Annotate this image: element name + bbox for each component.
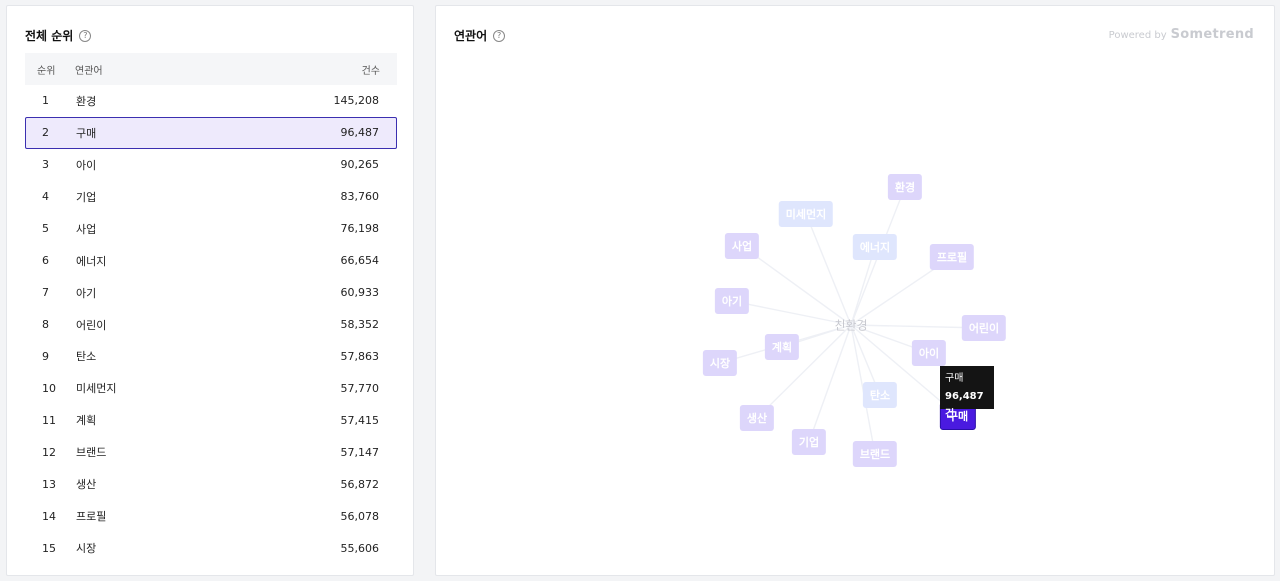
network-link — [731, 300, 852, 326]
cell-rank: 8 — [42, 318, 49, 332]
cell-count: 57,770 — [340, 381, 380, 395]
cell-rank: 1 — [42, 94, 49, 108]
table-row[interactable]: 13 생산 56,872 — [25, 468, 397, 500]
ranking-title-text: 전체 순위 — [25, 29, 74, 43]
cell-count: 57,415 — [340, 413, 380, 427]
network-node[interactable]: 사업 — [724, 233, 760, 259]
table-row[interactable]: 2 구매 96,487 — [25, 116, 397, 149]
cell-count: 56,872 — [340, 477, 380, 491]
cell-rank: 12 — [42, 445, 56, 459]
cell-word: 아기 — [76, 286, 97, 300]
table-row[interactable]: 6 에너지 66,654 — [25, 245, 397, 277]
cell-word: 미세먼지 — [76, 382, 117, 396]
network-node[interactable]: 프로필 — [929, 244, 975, 270]
table-row[interactable]: 11 계획 57,415 — [25, 404, 397, 436]
table-row[interactable]: 9 탄소 57,863 — [25, 341, 397, 373]
question-circle-icon[interactable]: ? — [79, 29, 92, 42]
ranking-table-body: 1 환경 145,208 2 구매 96,487 3 아이 90,265 4 기업 83,760 5 사업… — [25, 85, 397, 564]
related-words-panel: 연관어 ? Powered by Sometrend 친환경 환경 미세먼지 사업 에… — [435, 5, 1275, 576]
cell-rank: 2 — [42, 126, 49, 140]
cell-count: 145,208 — [333, 94, 380, 108]
cell-count: 83,760 — [340, 190, 380, 204]
cell-word: 시장 — [76, 542, 97, 556]
cell-word: 환경 — [76, 94, 97, 108]
cell-word: 계획 — [76, 414, 97, 428]
header-count: 건수 — [361, 65, 380, 77]
node-tooltip: 구매 96,487건 — [940, 366, 994, 420]
network-node[interactable]: 기업 — [791, 429, 827, 455]
cell-word: 브랜드 — [76, 446, 107, 460]
cell-count: 66,654 — [340, 254, 380, 268]
ranking-title: 전체 순위 ? — [25, 27, 92, 44]
network-link — [808, 324, 852, 443]
cell-word: 사업 — [76, 222, 97, 236]
table-row[interactable]: 14 프로필 56,078 — [25, 500, 397, 532]
cell-rank: 5 — [42, 222, 49, 236]
network-node[interactable]: 아이 — [911, 340, 947, 366]
table-row[interactable]: 5 사업 76,198 — [25, 213, 397, 245]
cell-rank: 4 — [42, 190, 49, 204]
ranking-table-header: 순위 연관어 건수 — [25, 53, 397, 85]
tooltip-word: 구매 — [945, 373, 964, 384]
cell-word: 기업 — [76, 190, 97, 204]
cell-count: 60,933 — [340, 286, 380, 300]
cell-count: 90,265 — [340, 158, 380, 172]
network-node[interactable]: 생산 — [739, 405, 775, 431]
cell-count: 56,078 — [340, 509, 380, 523]
network-node[interactable]: 미세먼지 — [778, 201, 834, 227]
cell-rank: 10 — [42, 381, 56, 395]
table-row[interactable]: 7 아기 60,933 — [25, 277, 397, 309]
cell-word: 생산 — [76, 478, 97, 492]
network-node[interactable]: 브랜드 — [852, 441, 898, 467]
table-row[interactable]: 15 시장 55,606 — [25, 532, 397, 564]
network-node[interactable]: 계획 — [764, 334, 800, 360]
network-node[interactable]: 아기 — [714, 288, 750, 314]
cell-rank: 13 — [42, 477, 56, 491]
cell-count: 57,863 — [340, 349, 380, 363]
center-keyword: 친환경 — [834, 318, 868, 333]
cell-count: 76,198 — [340, 222, 380, 236]
cell-rank: 15 — [42, 541, 56, 555]
cell-word: 구매 — [76, 126, 97, 140]
table-row[interactable]: 4 기업 83,760 — [25, 181, 397, 213]
cell-word: 탄소 — [76, 350, 97, 364]
cell-count: 96,487 — [340, 126, 380, 140]
cell-rank: 6 — [42, 254, 49, 268]
network-node[interactable]: 에너지 — [852, 234, 898, 260]
header-rank: 순위 — [37, 65, 56, 77]
network-node[interactable]: 탄소 — [862, 382, 898, 408]
table-row[interactable]: 8 어린이 58,352 — [25, 309, 397, 341]
cell-word: 아이 — [76, 158, 97, 172]
cell-rank: 3 — [42, 158, 49, 172]
ranking-panel: 전체 순위 ? 순위 연관어 건수 1 환경 145,208 2 구매 96,487 3 아이… — [6, 5, 414, 576]
cell-count: 55,606 — [340, 541, 380, 555]
cell-count: 58,352 — [340, 318, 380, 332]
tooltip-count: 96,487건 — [945, 391, 984, 420]
header-word: 연관어 — [75, 65, 103, 77]
network-node[interactable]: 환경 — [887, 174, 923, 200]
network-links — [719, 186, 985, 455]
network-node[interactable]: 어린이 — [961, 315, 1007, 341]
cell-rank: 14 — [42, 509, 56, 523]
cell-word: 에너지 — [76, 254, 107, 268]
cell-word: 어린이 — [76, 318, 107, 332]
table-row[interactable]: 12 브랜드 57,147 — [25, 436, 397, 468]
table-row[interactable]: 10 미세먼지 57,770 — [25, 372, 397, 404]
cell-count: 57,147 — [340, 445, 380, 459]
cell-rank: 9 — [42, 349, 49, 363]
cell-rank: 11 — [42, 413, 56, 427]
network-node[interactable]: 시장 — [702, 350, 738, 376]
cell-word: 프로필 — [76, 510, 107, 524]
cell-rank: 7 — [42, 286, 49, 300]
table-row[interactable]: 1 환경 145,208 — [25, 85, 397, 117]
table-row[interactable]: 3 아이 90,265 — [25, 149, 397, 181]
